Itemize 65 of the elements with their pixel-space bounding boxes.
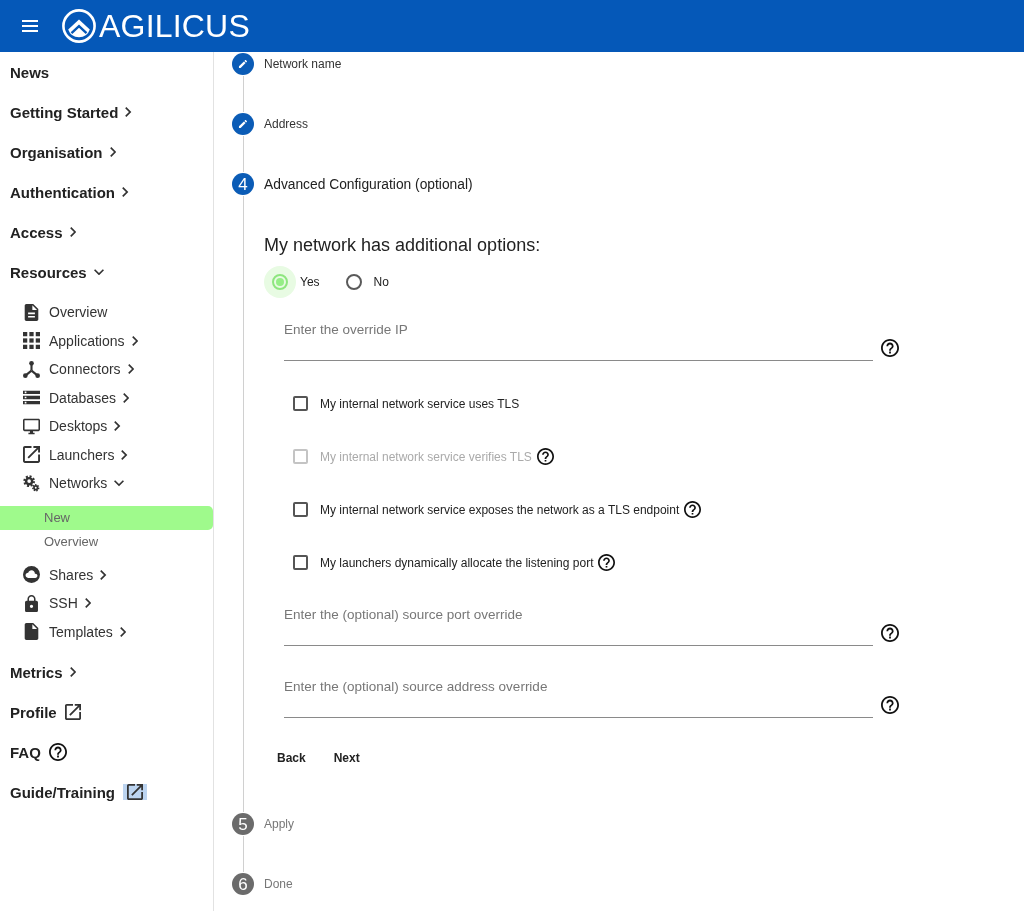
step-label: Address <box>264 117 309 131</box>
question-text: My network has additional options: <box>264 234 541 257</box>
branching-nodes-icon <box>23 360 40 378</box>
help-icon[interactable] <box>881 696 899 714</box>
checkbox-option[interactable]: My internal network service uses TLS <box>293 396 520 411</box>
nav-item[interactable]: Databases <box>23 389 130 407</box>
checkbox-option[interactable]: My launchers dynamically allocate the listening port <box>293 555 594 570</box>
nav-item[interactable]: Resources <box>10 263 104 281</box>
nav-item[interactable]: Organisation <box>10 143 116 161</box>
step-number: 5 <box>232 813 254 835</box>
nav-item[interactable]: News <box>10 63 50 81</box>
nav-item[interactable]: Getting Started <box>10 103 132 121</box>
nav-item[interactable]: Overview <box>23 303 108 321</box>
nav-item[interactable]: Profile <box>10 703 81 721</box>
cloud-icon <box>23 566 40 584</box>
input-field[interactable]: Enter the override IP <box>284 315 873 361</box>
nav-item[interactable]: New <box>0 505 213 530</box>
nav-item[interactable]: Connectors <box>23 360 135 378</box>
nav-item[interactable]: Networks <box>23 474 125 492</box>
checkbox-option[interactable]: My internal network service exposes the network as a TLS endpoint <box>293 502 680 517</box>
monitor-icon <box>23 417 40 435</box>
help-icon[interactable] <box>598 554 616 571</box>
back-button[interactable]: Back <box>264 740 319 776</box>
step-number: 4 <box>232 173 254 195</box>
nav-item[interactable]: SSH <box>23 594 92 612</box>
input-field[interactable]: Enter the (optional) source port override <box>284 600 873 646</box>
document-icon <box>23 303 40 321</box>
help-icon[interactable] <box>881 624 899 642</box>
nav-item[interactable]: Overview <box>0 529 213 554</box>
external-link-icon <box>23 446 40 464</box>
help-icon[interactable] <box>881 339 899 357</box>
nav-item[interactable]: Guide/Training <box>10 783 147 801</box>
checkbox[interactable] <box>293 555 308 570</box>
menu-icon[interactable] <box>22 20 38 32</box>
grid-icon <box>23 332 40 350</box>
nav-item[interactable]: Applications <box>23 332 138 350</box>
file-icon <box>23 623 40 641</box>
nav-item[interactable]: Templates <box>23 623 127 641</box>
checkbox[interactable] <box>293 396 308 411</box>
nav-item[interactable]: Launchers <box>23 446 128 464</box>
nav-item[interactable]: Metrics <box>10 663 77 681</box>
radio-option[interactable]: Yes <box>264 266 320 298</box>
gears-icon <box>23 474 40 492</box>
logo-icon <box>62 9 96 43</box>
nav-item[interactable]: Desktops <box>23 417 121 435</box>
next-button[interactable]: Next <box>320 740 373 776</box>
lock-icon <box>23 594 40 612</box>
checkbox[interactable] <box>293 502 308 517</box>
nav-item[interactable]: FAQ <box>10 743 67 761</box>
step-number: 6 <box>232 873 254 895</box>
nav-item[interactable]: Shares <box>23 566 107 584</box>
nav-item[interactable]: Access <box>10 223 77 241</box>
help-icon[interactable] <box>684 501 702 518</box>
radio-option[interactable]: No <box>337 266 389 298</box>
server-icon <box>23 389 40 407</box>
step-label: Advanced Configuration (optional) <box>264 176 473 192</box>
step-label: Apply <box>264 817 295 831</box>
radio-icon[interactable] <box>264 266 296 298</box>
radio-icon[interactable] <box>345 274 362 290</box>
pencil-icon <box>232 113 254 135</box>
input-field[interactable]: Enter the (optional) source address override <box>284 672 873 718</box>
brand-name: AGILICUS <box>99 10 250 42</box>
step-label: Done <box>264 877 293 891</box>
nav-item[interactable]: Authentication <box>10 183 129 201</box>
step-label: Network name <box>264 57 342 71</box>
